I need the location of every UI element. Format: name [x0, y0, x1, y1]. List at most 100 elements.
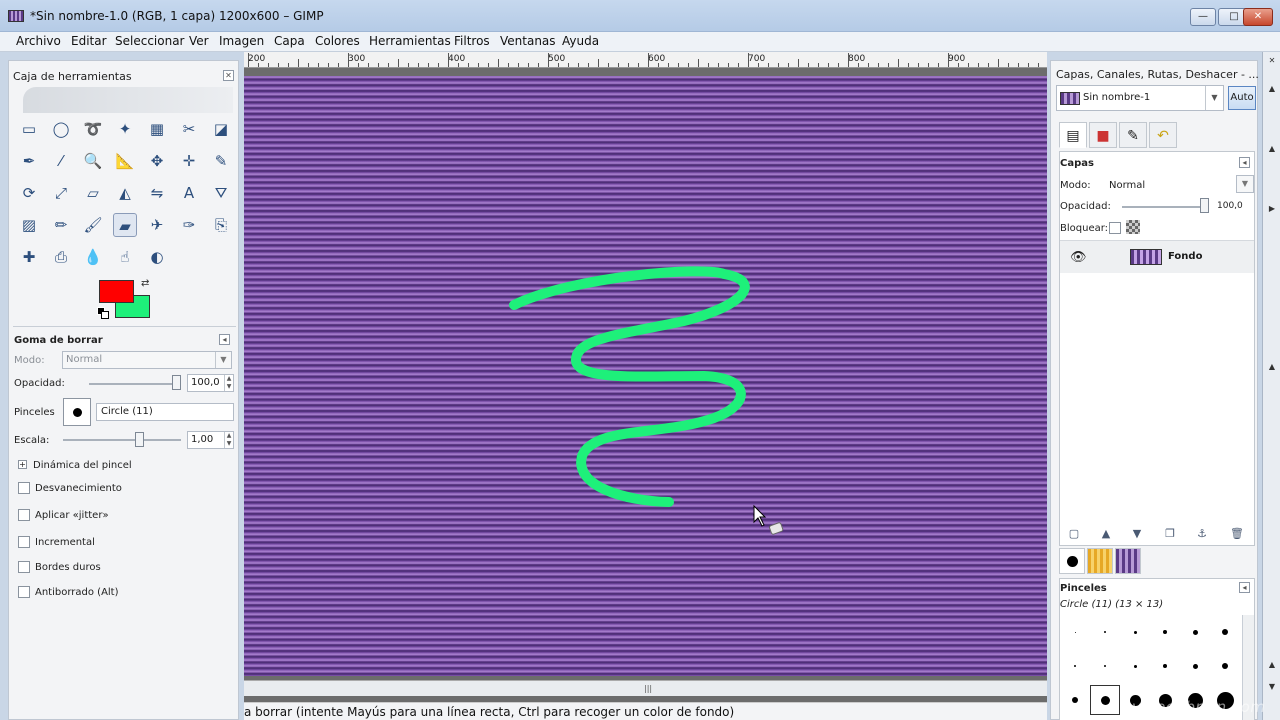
paintbrush-tool-icon[interactable]: 🖌 [81, 213, 105, 237]
tab-layers[interactable]: ▤ [1059, 122, 1087, 148]
default-colors-icon[interactable] [97, 307, 109, 319]
chevron-up-icon[interactable]: ▲ [1266, 82, 1278, 96]
raise-layer-icon[interactable]: ▲ [1098, 526, 1114, 542]
jitter-checkbox[interactable] [18, 509, 30, 521]
brush-cell[interactable] [1210, 617, 1240, 647]
tab-channels[interactable]: ■ [1089, 122, 1117, 148]
menu-imagen[interactable]: Imagen [219, 34, 264, 48]
wilber-drop-area[interactable] [23, 87, 233, 113]
brush-cell[interactable] [1210, 651, 1240, 681]
brush-cell[interactable] [1060, 651, 1090, 681]
shear-tool-icon[interactable]: ▱ [81, 181, 105, 205]
menu-herramientas[interactable]: Herramientas [369, 34, 451, 48]
brush-cell[interactable] [1150, 651, 1180, 681]
brush-cell[interactable] [1090, 617, 1120, 647]
free-select-tool-icon[interactable]: ➰ [81, 117, 105, 141]
chevron-right-icon[interactable]: ▶ [1266, 202, 1278, 216]
layers-list[interactable]: 👁 Fondo [1060, 240, 1254, 520]
clone-tool-icon[interactable]: ⎘ [209, 213, 233, 237]
close-button[interactable]: ✕ [1243, 8, 1273, 26]
brushes-menu-icon[interactable]: ◂ [1239, 582, 1250, 593]
toolbox-close-icon[interactable]: ✕ [223, 70, 234, 81]
color-select-tool-icon[interactable]: ▦ [145, 117, 169, 141]
menu-capa[interactable]: Capa [274, 34, 305, 48]
canvas[interactable] [131, 76, 1104, 676]
scroll-grip-icon[interactable]: ||| [644, 684, 652, 693]
fuzzy-select-tool-icon[interactable]: ✦ [113, 117, 137, 141]
expand-plus-icon[interactable]: + [18, 460, 27, 469]
brush-cell[interactable] [1120, 651, 1150, 681]
incremental-checkbox[interactable] [18, 536, 30, 548]
perspective-tool-icon[interactable]: ◭ [113, 181, 137, 205]
fade-checkbox[interactable] [18, 482, 30, 494]
text-tool-icon[interactable]: A [177, 181, 201, 205]
layers-menu-icon[interactable]: ◂ [1239, 157, 1250, 168]
brush-cell[interactable] [1060, 685, 1090, 715]
menu-ver[interactable]: Ver [189, 34, 209, 48]
color-picker-tool-icon[interactable]: ⁄ [49, 149, 73, 173]
image-selector[interactable]: Sin nombre-1 ▼ [1056, 85, 1224, 111]
layer-mode-value[interactable]: Normal [1109, 180, 1145, 191]
menu-filtros[interactable]: Filtros [454, 34, 490, 48]
brush-name-field[interactable]: Circle (11) [96, 403, 234, 421]
brush-cell[interactable] [1090, 685, 1120, 715]
smudge-tool-icon[interactable]: ☝ [113, 245, 137, 269]
canvas-image[interactable] [131, 76, 1104, 676]
rotate-tool-icon[interactable]: ⟳ [17, 181, 41, 205]
hard-edges-checkbox[interactable] [18, 561, 30, 573]
paths-tool-icon[interactable]: ✒ [17, 149, 41, 173]
anti-erase-checkbox[interactable] [18, 586, 30, 598]
dynamics-label[interactable]: Dinámica del pincel [33, 460, 132, 471]
tab-paths[interactable]: ✎ [1119, 122, 1147, 148]
move-tool-icon[interactable]: ✥ [145, 149, 169, 173]
scale-slider-handle[interactable] [135, 432, 144, 447]
mode-combo[interactable]: Normal ▼ [62, 351, 232, 369]
perspective-clone-tool-icon[interactable]: ⎙ [49, 245, 73, 269]
ellipse-select-tool-icon[interactable]: ◯ [49, 117, 73, 141]
chevron-up-icon[interactable]: ▲ [1266, 360, 1278, 374]
delete-layer-icon[interactable]: 🗑 [1229, 526, 1245, 542]
zoom-tool-icon[interactable]: 🔍 [81, 149, 105, 173]
menu-colores[interactable]: Colores [315, 34, 360, 48]
ink-tool-icon[interactable]: ✑ [177, 213, 201, 237]
brush-cell[interactable] [1150, 617, 1180, 647]
menu-ventanas[interactable]: Ventanas [500, 34, 556, 48]
chevron-down-icon[interactable]: ▼ [1266, 680, 1278, 694]
crop-tool-icon[interactable]: ✎ [209, 149, 233, 173]
scale-spinbox[interactable]: 1,00 ▲ ▼ [187, 431, 234, 449]
lock-alpha-icon[interactable] [1126, 220, 1140, 234]
airbrush-tool-icon[interactable]: ✈ [145, 213, 169, 237]
lock-pixels-checkbox[interactable] [1109, 222, 1121, 234]
tab-patterns[interactable] [1087, 548, 1113, 574]
eraser-tool-icon[interactable]: ▰ [113, 213, 137, 237]
menu-ayuda[interactable]: Ayuda [562, 34, 599, 48]
duplicate-layer-icon[interactable]: ❐ [1162, 526, 1178, 542]
close-icon[interactable]: ✕ [1266, 54, 1278, 68]
spin-arrows-icon[interactable]: ▲ ▼ [224, 375, 233, 391]
brush-cell[interactable] [1060, 617, 1090, 647]
brush-preview-button[interactable] [63, 398, 91, 426]
align-tool-icon[interactable]: ✛ [177, 149, 201, 173]
opacity-slider-track[interactable] [89, 383, 181, 385]
heal-tool-icon[interactable]: ✚ [17, 245, 41, 269]
minimize-button[interactable]: — [1190, 8, 1216, 26]
opacity-spinbox[interactable]: 100,0 ▲ ▼ [187, 374, 234, 392]
scale-slider-track[interactable] [63, 439, 181, 441]
foreground-color-swatch[interactable] [99, 280, 134, 303]
menu-seleccionar[interactable]: Seleccionar [115, 34, 184, 48]
eye-icon[interactable]: 👁 [1070, 250, 1087, 265]
brush-cell[interactable] [1090, 651, 1120, 681]
flip-tool-icon[interactable]: ⇋ [145, 181, 169, 205]
swap-colors-icon[interactable]: ⇄ [141, 278, 149, 289]
tab-brushes[interactable] [1059, 548, 1085, 574]
layer-row[interactable]: 👁 Fondo [1060, 241, 1254, 273]
chevron-up-icon[interactable]: ▲ [1266, 658, 1278, 672]
scissors-select-tool-icon[interactable]: ✂ [177, 117, 201, 141]
brush-cell[interactable] [1180, 651, 1210, 681]
layer-mode-dropdown[interactable]: ▼ [1236, 175, 1254, 193]
measure-tool-icon[interactable]: 📐 [113, 149, 137, 173]
tab-gradients[interactable] [1115, 548, 1141, 574]
menu-archivo[interactable]: Archivo [16, 34, 61, 48]
chevron-up-icon[interactable]: ▲ [1266, 142, 1278, 156]
scale-tool-icon[interactable]: ⤢ [49, 181, 73, 205]
